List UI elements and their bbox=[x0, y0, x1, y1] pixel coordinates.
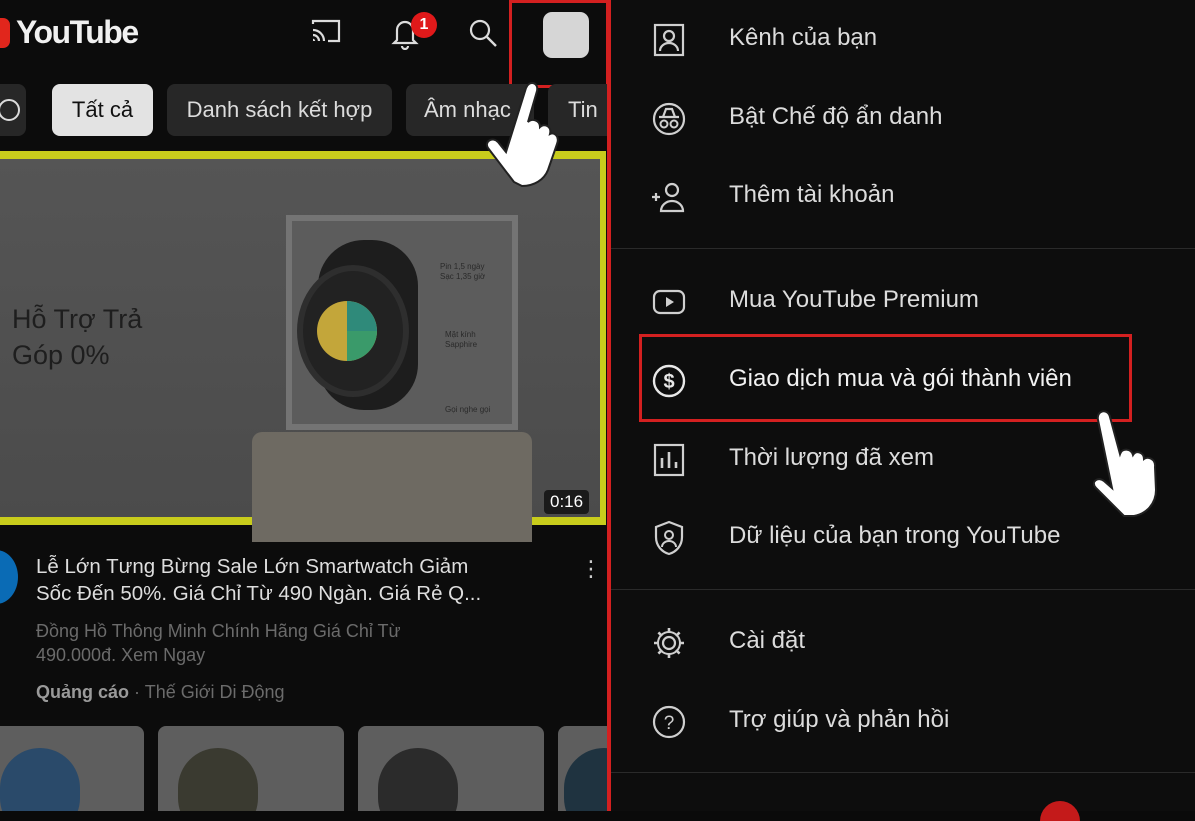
product-thumbnail[interactable] bbox=[158, 726, 344, 811]
spec-glass: Mặt kính Sapphire bbox=[445, 330, 478, 349]
more-options-icon[interactable]: ⋮ bbox=[580, 556, 602, 582]
gear-icon bbox=[654, 628, 684, 658]
account-avatar[interactable] bbox=[543, 12, 589, 58]
purchases-highlight-box bbox=[639, 334, 1132, 422]
menu-label: Mua YouTube Premium bbox=[729, 286, 979, 313]
menu-separator bbox=[611, 772, 1195, 773]
compass-icon bbox=[0, 99, 20, 121]
incognito-icon bbox=[652, 102, 686, 136]
menu-item-premium[interactable]: Mua YouTube Premium bbox=[611, 272, 1195, 332]
pointer-hand-icon bbox=[486, 82, 559, 188]
pointer-hand-icon bbox=[1092, 410, 1158, 517]
cast-icon[interactable] bbox=[310, 18, 342, 44]
youtube-play-icon bbox=[652, 289, 686, 315]
video-description: Đồng Hồ Thông Minh Chính Hãng Giá Chỉ Từ… bbox=[36, 619, 401, 667]
menu-label: Bật Chế độ ẩn danh bbox=[729, 103, 943, 130]
menu-item-your-channel[interactable]: Kênh của bạn bbox=[611, 10, 1195, 70]
menu-separator bbox=[611, 589, 1195, 590]
spec-call: Gọi nghe gọi bbox=[445, 405, 491, 414]
video-duration: 0:16 bbox=[544, 490, 590, 514]
video-title-line-1: Lễ Lớn Tưng Bừng Sale Lớn Smartwatch Giả… bbox=[36, 555, 469, 578]
spec-battery: Pin 1,5 ngày Sạc 1,35 giờ bbox=[440, 262, 486, 281]
svg-text:?: ? bbox=[664, 713, 675, 734]
menu-item-incognito[interactable]: Bật Chế độ ẩn danh bbox=[611, 89, 1195, 149]
menu-item-help[interactable]: ? Trợ giúp và phản hồi bbox=[611, 692, 1195, 752]
channel-avatar[interactable] bbox=[0, 550, 18, 604]
explore-chip[interactable] bbox=[0, 84, 26, 136]
menu-separator bbox=[611, 248, 1195, 249]
notification-badge: 1 bbox=[411, 12, 437, 38]
logo-text: YouTube bbox=[16, 14, 139, 50]
chip-all[interactable]: Tất cả bbox=[52, 84, 153, 136]
youtube-play-logo-icon bbox=[0, 17, 10, 48]
channel-name[interactable]: Thế Giới Di Động bbox=[145, 682, 285, 702]
promo-text: Hỗ Trợ Trả Góp 0% bbox=[12, 301, 142, 373]
product-thumbnail[interactable] bbox=[0, 726, 144, 811]
search-icon[interactable] bbox=[466, 16, 500, 50]
promo-line-1: Hỗ Trợ Trả bbox=[12, 304, 143, 334]
bar-chart-icon bbox=[653, 443, 685, 477]
chip-mixes[interactable]: Danh sách kết hợp bbox=[167, 84, 392, 136]
help-icon: ? bbox=[652, 705, 686, 739]
menu-label: Thêm tài khoản bbox=[729, 181, 895, 208]
menu-label: Trợ giúp và phản hồi bbox=[729, 706, 950, 733]
product-thumbnail[interactable] bbox=[358, 726, 544, 811]
video-title[interactable]: Lễ Lớn Tưng Bừng Sale Lớn Smartwatch Giả… bbox=[36, 553, 526, 607]
watch-face bbox=[297, 265, 409, 397]
video-desc-line-1: Đồng Hồ Thông Minh Chính Hãng Giá Chỉ Từ bbox=[36, 621, 401, 641]
menu-label: Thời lượng đã xem bbox=[729, 444, 934, 471]
shield-person-icon bbox=[654, 520, 684, 556]
youtube-home-panel: YouTube 1 Tất cả Danh sách kết hợp Âm nh… bbox=[0, 0, 609, 811]
product-thumbnail[interactable] bbox=[558, 726, 609, 811]
add-account-icon bbox=[652, 182, 685, 213]
menu-label: Cài đặt bbox=[729, 627, 806, 654]
person-box-icon bbox=[653, 23, 685, 57]
video-meta: Quảng cáo · Thế Giới Di Động bbox=[36, 682, 285, 703]
meta-separator: · bbox=[134, 682, 141, 702]
video-title-line-2: Sốc Đến 50%. Giá Chỉ Từ 490 Ngàn. Giá Rẻ… bbox=[36, 582, 482, 605]
youtube-logo[interactable]: YouTube bbox=[0, 14, 139, 51]
menu-label: Kênh của bạn bbox=[729, 24, 878, 51]
menu-label: Dữ liệu của bạn trong YouTube bbox=[729, 522, 1061, 549]
watch-pedestal bbox=[252, 432, 532, 542]
video-desc-line-2: 490.000đ. Xem Ngay bbox=[36, 645, 206, 665]
ad-label: Quảng cáo bbox=[36, 682, 130, 702]
menu-item-settings[interactable]: Cài đặt bbox=[611, 613, 1195, 673]
menu-item-add-account[interactable]: Thêm tài khoản bbox=[611, 167, 1195, 227]
watch-dial-icon bbox=[317, 301, 377, 361]
promo-line-2: Góp 0% bbox=[12, 340, 110, 370]
